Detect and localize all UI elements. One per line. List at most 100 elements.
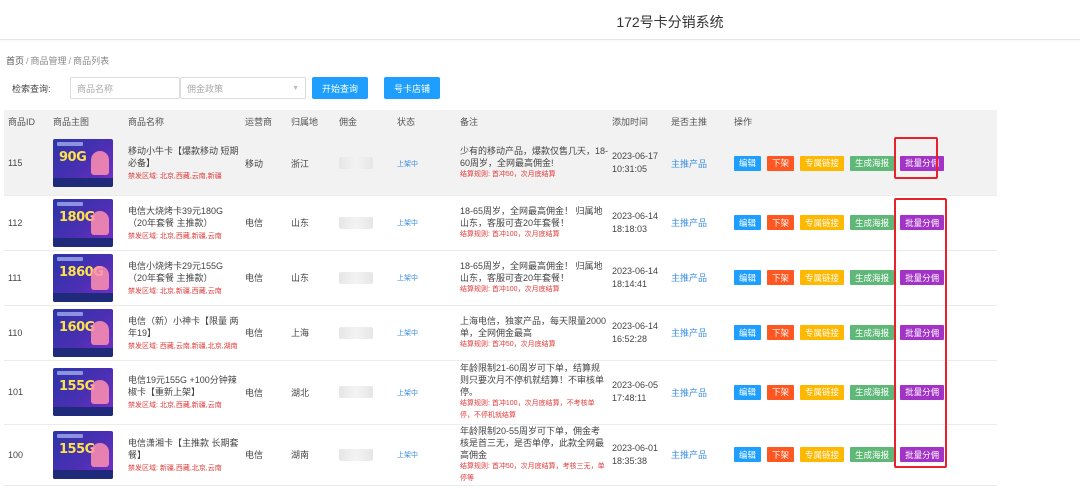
region: 湖南 [291, 450, 310, 460]
thumb-label: 155G [59, 379, 95, 394]
product-name-input[interactable]: 商品名称 [70, 77, 180, 99]
take-down-button[interactable]: 下架 [767, 384, 795, 400]
added-time: 2023-06-05 17:48:11 [612, 380, 659, 403]
generate-poster-button[interactable]: 生成海报 [850, 215, 895, 230]
generate-poster-button[interactable]: 生成海报 [850, 155, 895, 171]
generate-poster-button[interactable]: 生成海报 [850, 384, 895, 400]
policy-select-placeholder: 佣金政策 [187, 83, 224, 94]
carrier: 移动 [245, 158, 264, 169]
table-row: 101 155G 电信19元155G +100分钟辣椒卡【重新上架】 禁发区域: 北京… [4, 360, 997, 424]
product-name: 电信（新）小神卡【限量 两年19】 [128, 315, 239, 338]
card-shop-button[interactable]: 号卡店铺 [384, 77, 441, 99]
product-image[interactable]: 90G [53, 139, 113, 188]
status-badge: 上架中 [397, 220, 418, 227]
chevron-down-icon: ▼ [292, 84, 299, 92]
ban-region: 禁发区域: 北京,西藏,新疆,云南 [128, 232, 222, 240]
remark-text: 年龄限制21-60周岁可下单，结算规则只要次月不停机就结算！不审核单停。 [460, 363, 605, 397]
take-down-button[interactable]: 下架 [767, 155, 795, 171]
exclusive-link-button[interactable]: 专属链接 [800, 215, 845, 230]
table-row: 110 160G 电信（新）小神卡【限量 两年19】 禁发区域: 西藏,云南,新疆,北… [4, 305, 997, 360]
table-row: 100 155G 电信潇湘卡【主推款 长期套餐】 禁发区域: 新疆,西藏,北京,云南 电… [4, 424, 997, 485]
settlement-rule: 结算规则: 首冲50，次月底结算，考核三无，单停等 [460, 462, 605, 482]
region: 湖北 [291, 387, 310, 398]
search-button[interactable]: 开始查询 [312, 77, 369, 99]
take-down-button[interactable]: 下架 [767, 215, 795, 230]
product-id: 101 [8, 387, 24, 397]
ban-region: 禁发区域: 北京,新疆,西藏,云南 [128, 287, 222, 295]
status-badge: 上架中 [397, 275, 418, 282]
take-down-button[interactable]: 下架 [767, 447, 795, 462]
product-name: 电信大烧烤卡39元180G（20年套餐 主推款） [128, 205, 224, 228]
thumb-label: 160G [59, 319, 95, 335]
ban-region: 禁发区域: 北京,西藏,云南,新疆 [128, 173, 222, 181]
col-commission: 佣金 [339, 116, 358, 127]
commission-blurred [339, 271, 373, 284]
exclusive-link-button[interactable]: 专属链接 [800, 270, 845, 285]
highlight-box-2 [894, 198, 947, 468]
col-main-push: 是否主推 [671, 116, 708, 127]
generate-poster-button[interactable]: 生成海报 [850, 270, 895, 285]
commission-blurred [339, 448, 373, 461]
product-name: 电信潇湘卡【主推款 长期套餐】 [128, 437, 239, 460]
remark-text: 上海电信，独家产品，每天限量2000单，全网佣金最高 [460, 315, 607, 338]
status-badge: 上架中 [397, 452, 418, 459]
product-image[interactable]: 180G [53, 198, 113, 247]
product-id: 100 [8, 449, 24, 460]
product-image[interactable]: 155G [53, 368, 113, 416]
settlement-rule: 结算规则: 首冲50，次月底结算 [460, 340, 556, 348]
edit-button[interactable]: 编辑 [734, 270, 762, 285]
carrier: 电信 [245, 328, 264, 338]
exclusive-link-button[interactable]: 专属链接 [800, 447, 845, 462]
edit-button[interactable]: 编辑 [734, 447, 762, 462]
exclusive-link-button[interactable]: 专属链接 [800, 155, 845, 171]
take-down-button[interactable]: 下架 [767, 325, 795, 340]
take-down-button[interactable]: 下架 [767, 270, 795, 285]
commission-blurred [339, 326, 373, 339]
breadcrumb-goods[interactable]: 商品管理 [31, 56, 67, 66]
carrier: 电信 [245, 450, 264, 460]
settlement-rule: 结算规则: 首冲100，次月底结算，不考核单停，不停机就结算 [460, 400, 595, 419]
remark-text: 18-65周岁，全网最高佣金！ 归属地山东，客服可查20年套餐！ [460, 260, 603, 283]
main-push-label: 主推产品 [671, 158, 708, 169]
thumb-label: 155G [59, 441, 95, 457]
product-image[interactable]: 160G [53, 308, 113, 357]
exclusive-link-button[interactable]: 专属链接 [800, 384, 845, 400]
col-region: 归属地 [291, 116, 319, 127]
table-row: 115 90G 移动小牛卡【爆款移动 短期必备】禁发区域: 北京,西藏,云南,新疆 移… [4, 132, 997, 195]
edit-button[interactable]: 编辑 [734, 155, 762, 171]
generate-poster-button[interactable]: 生成海报 [850, 325, 895, 340]
edit-button[interactable]: 编辑 [734, 325, 762, 340]
exclusive-link-button[interactable]: 专属链接 [800, 325, 845, 340]
breadcrumb-home[interactable]: 首页 [6, 56, 24, 66]
carrier: 电信 [245, 387, 264, 398]
table-row: 111 1860G 电信小烧烤卡29元155G（20年套餐 主推款） 禁发区域: 北京… [4, 250, 997, 305]
generate-poster-button[interactable]: 生成海报 [850, 447, 895, 462]
region: 上海 [291, 328, 310, 338]
col-remark: 备注 [460, 116, 479, 127]
main-push-label: 主推产品 [671, 450, 708, 460]
main-push-label: 主推产品 [671, 218, 708, 228]
top-header: 172号卡分销系统 [0, 0, 1080, 40]
status-badge: 上架中 [397, 160, 418, 168]
edit-button[interactable]: 编辑 [734, 215, 762, 230]
edit-button[interactable]: 编辑 [734, 384, 762, 400]
product-image[interactable]: 155G [53, 430, 113, 479]
thumb-label: 180G [59, 209, 95, 225]
product-image[interactable]: 1860G [53, 253, 113, 302]
settlement-rule: 结算规则: 首冲50，次月底结算 [460, 171, 556, 179]
carrier: 电信 [245, 273, 264, 283]
table-header: 商品ID 商品主图 商品名称 运营商 归属地 佣金 状态 备注 添加时间 是否主… [4, 110, 997, 132]
col-time: 添加时间 [612, 116, 649, 127]
product-name: 移动小牛卡【爆款移动 短期必备】 [128, 146, 239, 169]
product-id: 115 [8, 158, 23, 169]
added-time: 2023-06-14 18:18:03 [612, 210, 659, 234]
added-time: 2023-06-14 16:52:28 [612, 320, 659, 344]
col-status: 状态 [397, 116, 416, 127]
settlement-rule: 结算规则: 首冲100，次月底结算 [460, 285, 560, 293]
remark-text: 18-65周岁，全网最高佣金！ 归属地山东，客服可查20年套餐！ [460, 205, 603, 228]
commission-blurred [339, 386, 373, 398]
product-id: 111 [8, 272, 22, 283]
main-push-label: 主推产品 [671, 387, 708, 398]
policy-select[interactable]: 佣金政策 ▼ [180, 77, 306, 99]
added-time: 2023-06-17 10:31:05 [612, 151, 659, 175]
